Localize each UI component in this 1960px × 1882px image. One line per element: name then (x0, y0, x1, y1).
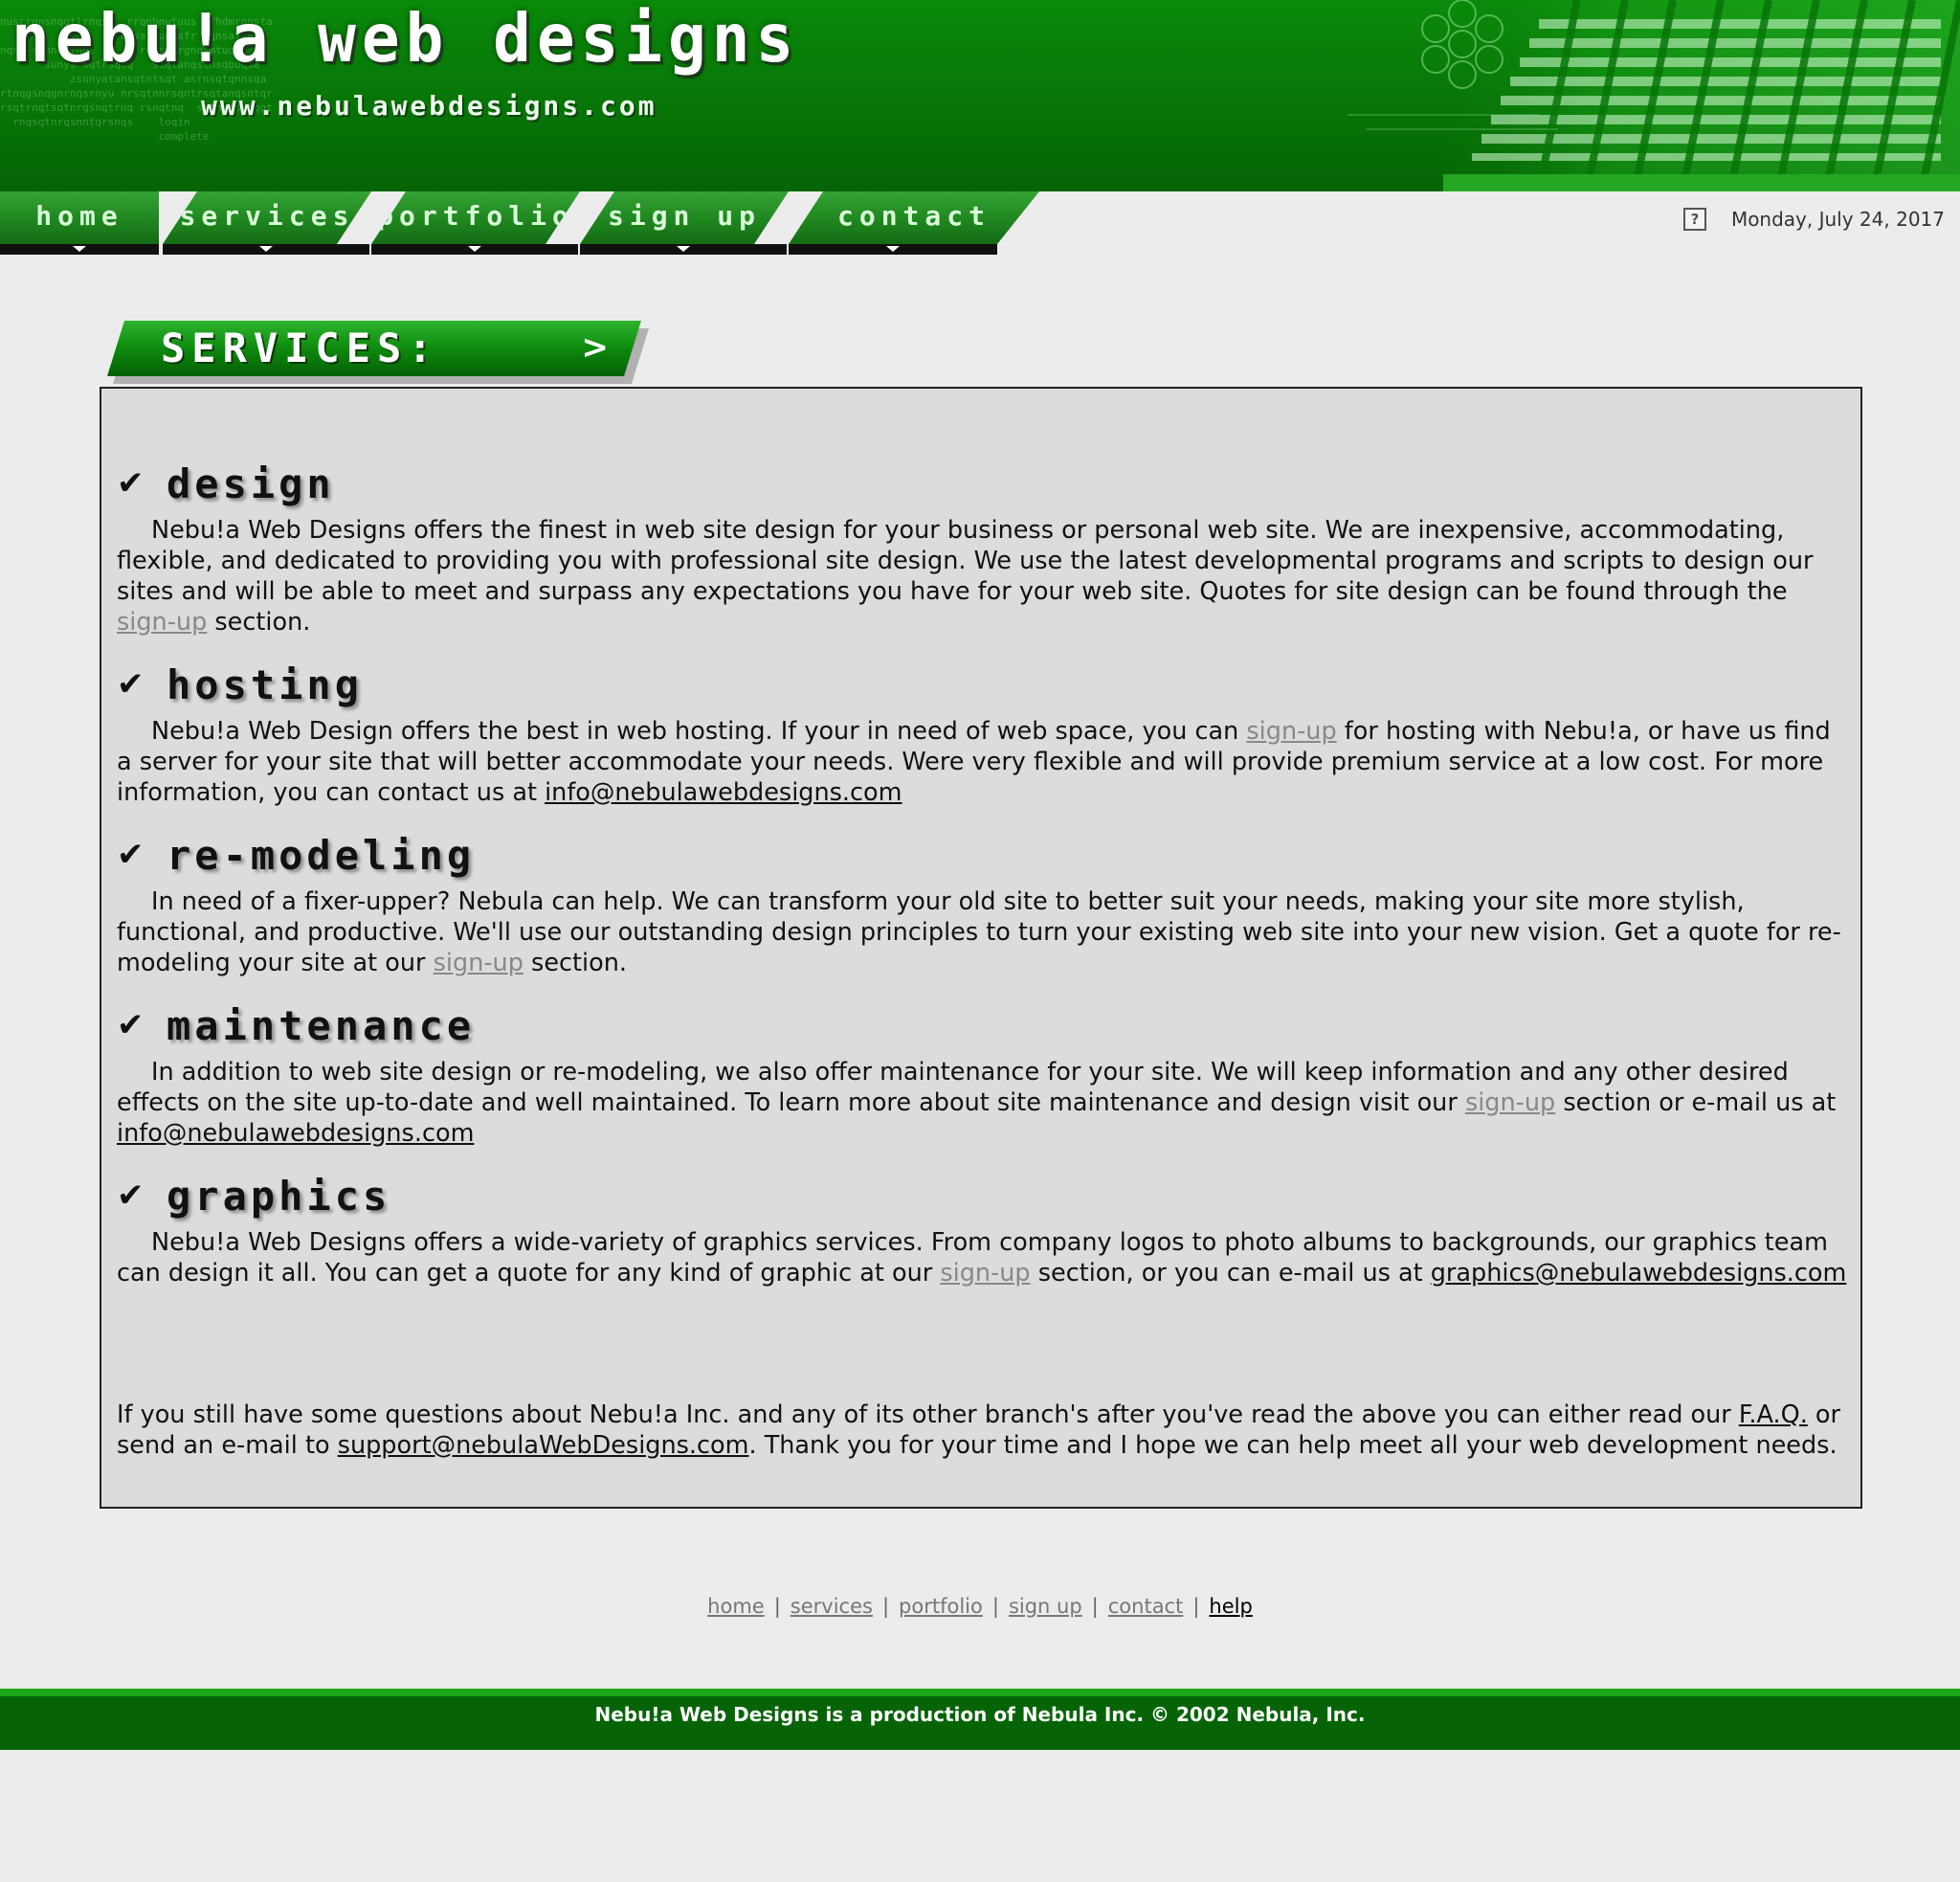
service-title: graphics (167, 1172, 391, 1220)
footer-link-services[interactable]: services (791, 1595, 873, 1618)
service-description: Nebu!a Web Design offers the best in web… (117, 716, 1847, 808)
checkmark-icon: ✔ (117, 464, 145, 503)
checkmark-icon: ✔ (117, 665, 145, 704)
nav-services-label: services (179, 200, 355, 232)
service-heading: ✔ design (117, 459, 1847, 507)
service-text-part: Nebu!a Web Design offers the best in web… (151, 717, 1247, 746)
nav-sign-up-label: sign up (607, 200, 761, 232)
support-email-link[interactable]: support@nebulaWebDesigns.com (338, 1431, 749, 1460)
site-title: nebu!a web designs (11, 0, 800, 78)
service-text-part: section, or you can e-mail us at (1030, 1259, 1431, 1288)
service-maintenance: ✔ maintenance In addition to web site de… (117, 1001, 1847, 1149)
info-email-link[interactable]: info@nebulawebdesigns.com (545, 778, 902, 807)
sign-up-link[interactable]: sign-up (434, 949, 523, 977)
info-email-link[interactable]: info@nebulawebdesigns.com (117, 1119, 474, 1148)
service-description: Nebu!a Web Designs offers the finest in … (117, 515, 1847, 638)
footer-separator: | (991, 1595, 999, 1618)
footer-link-home[interactable]: home (707, 1595, 765, 1618)
checkmark-icon: ✔ (117, 836, 145, 874)
date-area: ? Monday, July 24, 2017 (1682, 205, 1945, 234)
nav-underbar-home (0, 244, 159, 255)
closing-text-part: . Thank you for your time and I hope we … (748, 1431, 1838, 1460)
footer-separator: | (881, 1595, 890, 1618)
checkmark-icon: ✔ (117, 1176, 145, 1215)
checkmark-icon: ✔ (117, 1006, 145, 1044)
nav-underbar-portfolio (371, 244, 578, 255)
service-title: re-modeling (167, 831, 476, 879)
service-heading: ✔ re-modeling (117, 831, 1847, 879)
nav-underbar-services (163, 244, 369, 255)
sign-up-link[interactable]: sign-up (1246, 717, 1336, 746)
sign-up-link[interactable]: sign-up (940, 1259, 1030, 1288)
footer-separator: | (773, 1595, 781, 1618)
service-hosting: ✔ hosting Nebu!a Web Design offers the b… (117, 661, 1847, 808)
nav-underbar-sign-up (580, 244, 787, 255)
footer-separator: | (1192, 1595, 1200, 1618)
service-description: In addition to web site design or re-mod… (117, 1057, 1847, 1149)
sign-up-link[interactable]: sign-up (117, 608, 207, 637)
service-title: design (167, 459, 335, 507)
nav-home[interactable]: home (0, 191, 159, 244)
footer-link-portfolio[interactable]: portfolio (899, 1595, 983, 1618)
footer-links: home | services | portfolio | sign up | contact |… (0, 1595, 1960, 1618)
section-title: SERVICES: (161, 325, 439, 371)
service-description: Nebu!a Web Designs offers a wide-variety… (117, 1227, 1847, 1288)
faq-link[interactable]: F.A.Q. (1739, 1400, 1808, 1429)
service-text-part: Nebu!a Web Designs offers the finest in … (117, 516, 1814, 606)
section-banner: SERVICES: > (107, 321, 641, 376)
nav-services[interactable]: services (163, 191, 371, 244)
service-design: ✔ design Nebu!a Web Designs offers the f… (117, 459, 1847, 638)
caret-down-icon (468, 246, 481, 252)
footer-bar: Nebu!a Web Designs is a production of Ne… (0, 1689, 1960, 1750)
nav-contact[interactable]: contact (789, 191, 1039, 244)
nav-contact-label: contact (836, 200, 991, 232)
footer-link-sign-up[interactable]: sign up (1009, 1595, 1082, 1618)
help-icon[interactable]: ? (1682, 208, 1706, 231)
service-text-part: section or e-mail us at (1555, 1088, 1837, 1117)
service-text-part: In need of a fixer-upper? Nebula can hel… (117, 887, 1841, 977)
closing-text-part: If you still have some questions about N… (117, 1400, 1739, 1429)
service-text-part: section. (207, 608, 311, 637)
chevron-right-icon: > (581, 328, 609, 367)
closing-paragraph: If you still have some questions about N… (117, 1400, 1847, 1461)
caret-down-icon (73, 246, 86, 252)
service-title: maintenance (167, 1001, 476, 1049)
service-heading: ✔ maintenance (117, 1001, 1847, 1049)
footer-separator: | (1091, 1595, 1099, 1618)
nav-portfolio-label: portfolio (377, 200, 574, 232)
caret-down-icon (886, 246, 900, 252)
nav-underbar-contact (789, 244, 997, 255)
service-heading: ✔ graphics (117, 1172, 1847, 1220)
sign-up-link[interactable]: sign-up (1465, 1088, 1555, 1117)
service-title: hosting (167, 661, 364, 708)
services-content-box: ✔ design Nebu!a Web Designs offers the f… (100, 387, 1862, 1509)
service-graphics: ✔ graphics Nebu!a Web Designs offers a w… (117, 1172, 1847, 1288)
service-text-part: section. (523, 949, 627, 977)
service-heading: ✔ hosting (117, 661, 1847, 708)
caret-down-icon (677, 246, 690, 252)
footer-link-contact[interactable]: contact (1108, 1595, 1184, 1618)
caret-down-icon (259, 246, 273, 252)
site-url: www.nebulawebdesigns.com (201, 90, 657, 122)
current-date: Monday, July 24, 2017 (1730, 208, 1945, 231)
nav-portfolio[interactable]: portfolio (371, 191, 580, 244)
nav-home-label: home (35, 200, 123, 232)
service-re-modeling: ✔ re-modeling In need of a fixer-upper? … (117, 831, 1847, 978)
nav-sign-up[interactable]: sign up (580, 191, 789, 244)
service-description: In need of a fixer-upper? Nebula can hel… (117, 886, 1847, 978)
header-grid-art (1348, 0, 1960, 191)
copyright-text: Nebu!a Web Designs is a production of Ne… (594, 1703, 1366, 1726)
site-header: nuscrgnsnqutlrnqsa rrqnbnwtuus fhdmrqnst… (0, 0, 1960, 191)
graphics-email-link[interactable]: graphics@nebulawebdesigns.com (1431, 1259, 1847, 1288)
main-nav: home services portfolio sign up contact (0, 191, 1053, 255)
footer-link-help[interactable]: help (1209, 1595, 1252, 1618)
